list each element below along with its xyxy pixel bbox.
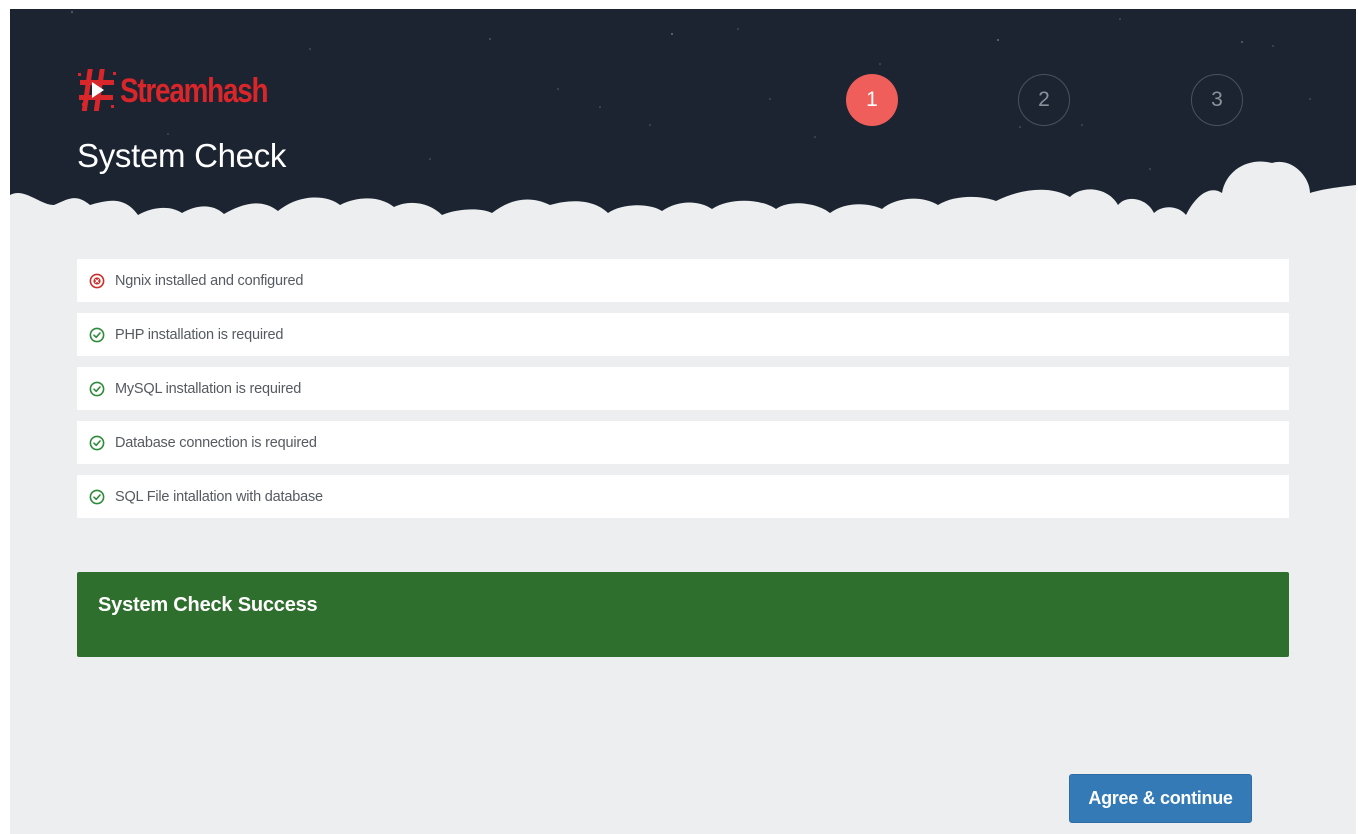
- check-circle-icon: [89, 381, 105, 397]
- success-alert: System Check Success: [77, 572, 1289, 657]
- check-label: PHP installation is required: [115, 326, 284, 343]
- hash-play-logo-icon: [78, 67, 118, 113]
- check-circle-icon: [89, 435, 105, 451]
- check-item-nginx: Ngnix installed and configured: [77, 259, 1289, 302]
- check-item-php: PHP installation is required: [77, 313, 1289, 356]
- night-sky-background: [10, 9, 1356, 244]
- streamhash-logo: Streamhash: [78, 67, 300, 113]
- check-label: MySQL installation is required: [115, 380, 302, 397]
- check-item-database: Database connection is required: [77, 421, 1289, 464]
- check-label: Database connection is required: [115, 434, 317, 451]
- step-2-indicator: 2: [1018, 74, 1070, 126]
- error-circle-icon: [89, 273, 105, 289]
- logo-wordmark: Streamhash: [120, 71, 269, 110]
- check-circle-icon: [89, 489, 105, 505]
- check-circle-icon: [89, 327, 105, 343]
- success-message: System Check Success: [98, 594, 318, 616]
- agree-continue-button[interactable]: Agree & continue: [1069, 774, 1252, 823]
- installer-page: Streamhash System Check 1 2 3 Ngnix inst…: [10, 9, 1356, 834]
- check-label: SQL File intallation with database: [115, 488, 323, 505]
- page-title: System Check: [77, 137, 287, 174]
- check-item-sql-file: SQL File intallation with database: [77, 475, 1289, 518]
- system-check-list: Ngnix installed and configured PHP insta…: [77, 259, 1289, 529]
- check-item-mysql: MySQL installation is required: [77, 367, 1289, 410]
- step-1-indicator: 1: [846, 74, 898, 126]
- step-3-indicator: 3: [1191, 74, 1243, 126]
- header-banner: Streamhash System Check 1 2 3: [10, 9, 1356, 244]
- check-label: Ngnix installed and configured: [115, 272, 304, 289]
